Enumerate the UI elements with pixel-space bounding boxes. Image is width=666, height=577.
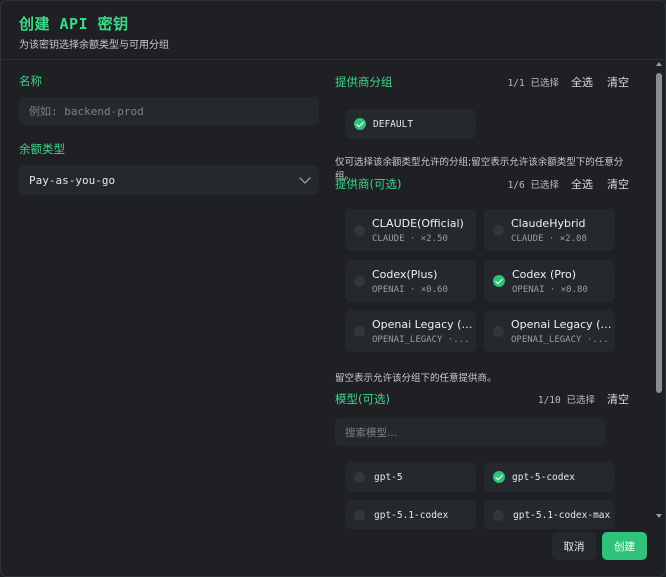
provider-meta: OPENAI_LEGACY ·... bbox=[372, 334, 470, 345]
balance-type-label: 余额类型 bbox=[19, 142, 65, 156]
provider-card[interactable]: Openai Legacy (P... OPENAI_LEGACY ·... bbox=[345, 310, 476, 352]
model-name: gpt-5.1-codex bbox=[374, 509, 449, 521]
provider-card[interactable]: CLAUDE(Official) CLAUDE · ×2.50 bbox=[345, 209, 476, 251]
checkmark-icon bbox=[354, 118, 366, 130]
provider-card[interactable]: Codex (Pro) OPENAI · ×0.80 bbox=[484, 260, 615, 302]
models-header: 模型(可选) 1/10 已选择 清空 bbox=[335, 388, 631, 410]
provider-name: Openai Legacy (P... bbox=[372, 317, 476, 331]
provider-groups-select-all-button[interactable]: 全选 bbox=[569, 74, 595, 90]
provider-meta: CLAUDE · ×2.08 bbox=[511, 233, 587, 244]
provider-meta: CLAUDE · ×2.50 bbox=[372, 233, 448, 244]
group-chip-label: DEFAULT bbox=[373, 118, 414, 130]
checkmark-icon bbox=[493, 275, 505, 287]
provider-meta: OPENAI · ×0.60 bbox=[372, 284, 448, 295]
radio-icon bbox=[354, 275, 365, 287]
providers-hint: 留空表示允许该分组下的任意提供商。 bbox=[335, 373, 497, 384]
provider-card[interactable]: Codex(Plus) OPENAI · ×0.60 bbox=[345, 260, 476, 302]
model-search-placeholder: 搜索模型... bbox=[345, 426, 398, 439]
model-chip[interactable]: gpt-5.1-codex bbox=[345, 500, 476, 529]
provider-groups-count: 1/1 已选择 bbox=[507, 78, 559, 89]
name-input[interactable]: 例如: backend-prod bbox=[19, 97, 319, 125]
provider-card[interactable]: Openai Legacy (P... OPENAI_LEGACY ·... bbox=[484, 310, 615, 352]
right-column: 提供商分组 1/1 已选择 全选 清空 DEFAULT 仅可选择该余额类型允许的… bbox=[335, 69, 631, 529]
providers-count: 1/6 已选择 bbox=[507, 180, 559, 191]
model-chip[interactable]: gpt-5-codex bbox=[484, 462, 615, 492]
models-title: 模型(可选) bbox=[335, 392, 390, 406]
provider-name: Codex (Pro) bbox=[512, 267, 577, 281]
radio-icon bbox=[493, 224, 504, 236]
checkmark-icon bbox=[493, 471, 505, 483]
models-clear-button[interactable]: 清空 bbox=[605, 391, 631, 407]
group-chip-default[interactable]: DEFAULT bbox=[345, 109, 476, 139]
model-chip[interactable]: gpt-5.1-codex-max bbox=[484, 500, 615, 529]
model-chip[interactable]: gpt-5 bbox=[345, 462, 476, 492]
radio-icon bbox=[354, 509, 365, 521]
scroll-down-arrow-icon[interactable] bbox=[656, 514, 662, 518]
providers-header: 提供商(可选) 1/6 已选择 全选 清空 bbox=[335, 173, 631, 195]
scrollbar-thumb[interactable] bbox=[656, 73, 662, 393]
chevron-down-icon bbox=[299, 172, 311, 184]
provider-groups-clear-button[interactable]: 清空 bbox=[605, 74, 631, 90]
create-api-key-dialog: 创建 API 密钥 为该密钥选择余额类型与可用分组 名称 例如: backend… bbox=[0, 0, 666, 577]
providers-clear-button[interactable]: 清空 bbox=[605, 176, 631, 192]
balance-type-select[interactable]: Pay-as-you-go bbox=[19, 165, 319, 195]
radio-icon bbox=[354, 471, 365, 483]
model-name: gpt-5 bbox=[374, 471, 403, 483]
provider-meta: OPENAI_LEGACY ·... bbox=[511, 334, 609, 345]
scrollbar[interactable] bbox=[655, 59, 663, 521]
provider-name: Openai Legacy (P... bbox=[511, 317, 615, 331]
header-divider bbox=[1, 59, 665, 60]
create-button[interactable]: 创建 bbox=[602, 532, 647, 560]
left-column: 名称 例如: backend-prod 余额类型 Pay-as-you-go bbox=[19, 73, 319, 195]
provider-name: Codex(Plus) bbox=[372, 267, 438, 281]
model-search-input[interactable]: 搜索模型... bbox=[335, 418, 606, 446]
models-count: 1/10 已选择 bbox=[537, 395, 595, 406]
radio-icon bbox=[354, 325, 365, 337]
balance-type-value: Pay-as-you-go bbox=[29, 173, 116, 187]
name-input-placeholder: 例如: backend-prod bbox=[29, 105, 144, 118]
provider-card[interactable]: ClaudeHybrid CLAUDE · ×2.08 bbox=[484, 209, 615, 251]
providers-title: 提供商(可选) bbox=[335, 177, 402, 191]
provider-name: ClaudeHybrid bbox=[511, 216, 586, 230]
providers-select-all-button[interactable]: 全选 bbox=[569, 176, 595, 192]
dialog-title: 创建 API 密钥 bbox=[19, 15, 129, 33]
scroll-up-arrow-icon[interactable] bbox=[656, 62, 662, 66]
radio-icon bbox=[493, 509, 504, 521]
provider-name: CLAUDE(Official) bbox=[372, 216, 464, 230]
model-name: gpt-5-codex bbox=[512, 471, 575, 483]
radio-icon bbox=[354, 224, 365, 236]
provider-groups-title: 提供商分组 bbox=[335, 75, 393, 89]
radio-icon bbox=[493, 325, 504, 337]
provider-groups-header: 提供商分组 1/1 已选择 全选 清空 bbox=[335, 71, 631, 93]
provider-meta: OPENAI · ×0.80 bbox=[512, 284, 588, 295]
model-name: gpt-5.1-codex-max bbox=[513, 509, 611, 521]
cancel-button[interactable]: 取消 bbox=[552, 532, 596, 560]
dialog-subtitle: 为该密钥选择余额类型与可用分组 bbox=[19, 40, 169, 51]
name-label: 名称 bbox=[19, 74, 42, 88]
